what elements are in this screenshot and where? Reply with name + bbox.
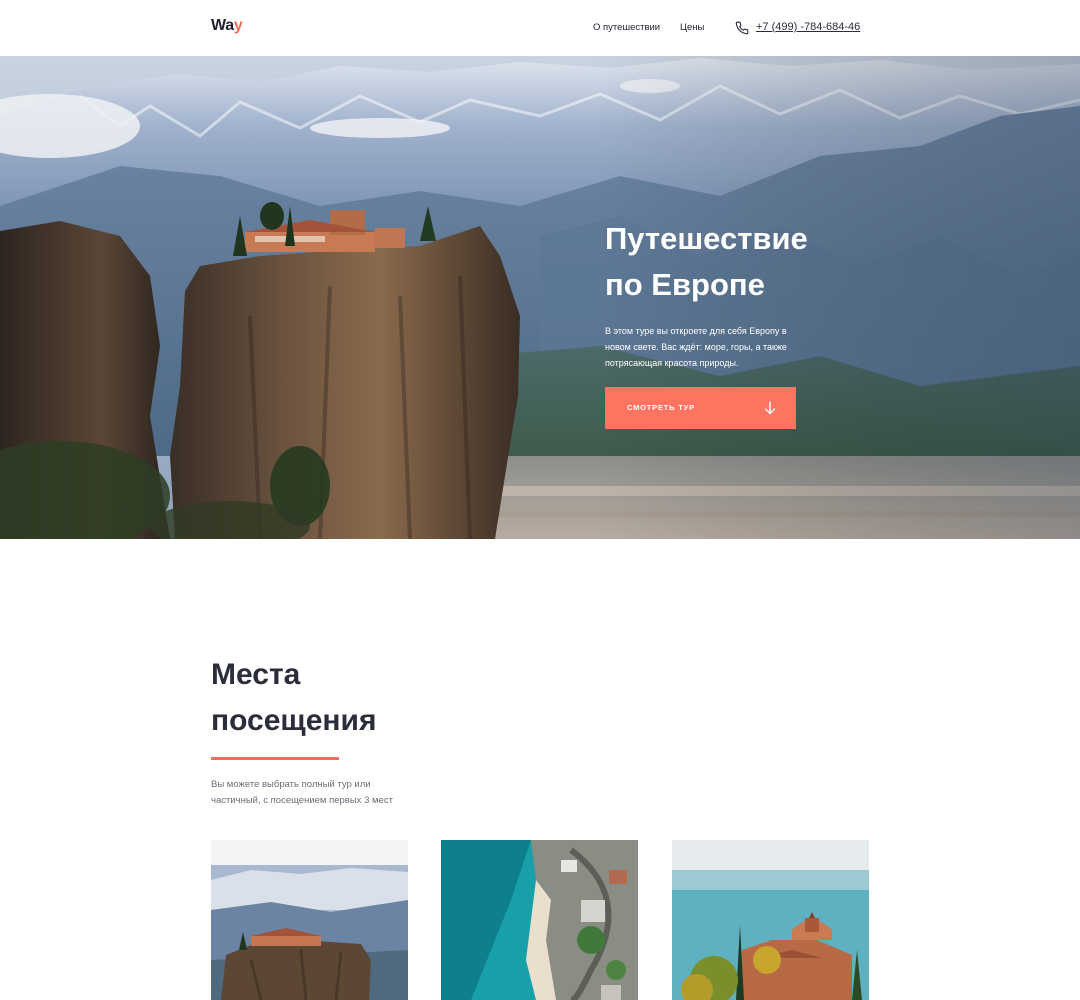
hero-title: Путешествие по Европе	[605, 216, 905, 308]
view-tour-button-label: Смотреть тур	[627, 403, 695, 412]
logo[interactable]: Way	[211, 17, 243, 35]
hero-description: В этом туре вы откроете для себя Европу …	[605, 326, 787, 368]
place-card-2[interactable]	[441, 840, 638, 1000]
place-card-1[interactable]	[211, 840, 408, 1000]
site-header: Way О путешествии Цены +7 (499) -784-684…	[0, 0, 1080, 56]
nav-link-prices[interactable]: Цены	[680, 22, 704, 33]
places-title-line2: посещения	[211, 704, 377, 737]
place-image-3	[672, 840, 869, 1000]
places-description: Вы можете выбрать полный тур или частичн…	[211, 779, 393, 806]
phone-link[interactable]: +7 (499) -784-684-46	[756, 21, 860, 33]
phone-icon	[735, 21, 749, 35]
hero-background-image	[0, 56, 1080, 539]
nav-link-about[interactable]: О путешествии	[593, 22, 660, 33]
hero-title-line1: Путешествие	[605, 221, 808, 256]
place-image-1	[211, 840, 408, 1000]
logo-accent: y	[233, 17, 243, 34]
places-title-line1: Места	[211, 658, 301, 691]
arrow-down-icon	[764, 401, 776, 415]
hero-title-line2: по Европе	[605, 267, 765, 302]
place-image-2	[441, 840, 638, 1000]
place-card-3[interactable]	[672, 840, 869, 1000]
places-title: Места посещения	[211, 652, 511, 744]
logo-text: Wa	[211, 17, 234, 34]
section-divider	[211, 757, 339, 760]
view-tour-button[interactable]: Смотреть тур	[605, 387, 796, 429]
hero-section: Путешествие по Европе В этом туре вы отк…	[0, 56, 1080, 539]
